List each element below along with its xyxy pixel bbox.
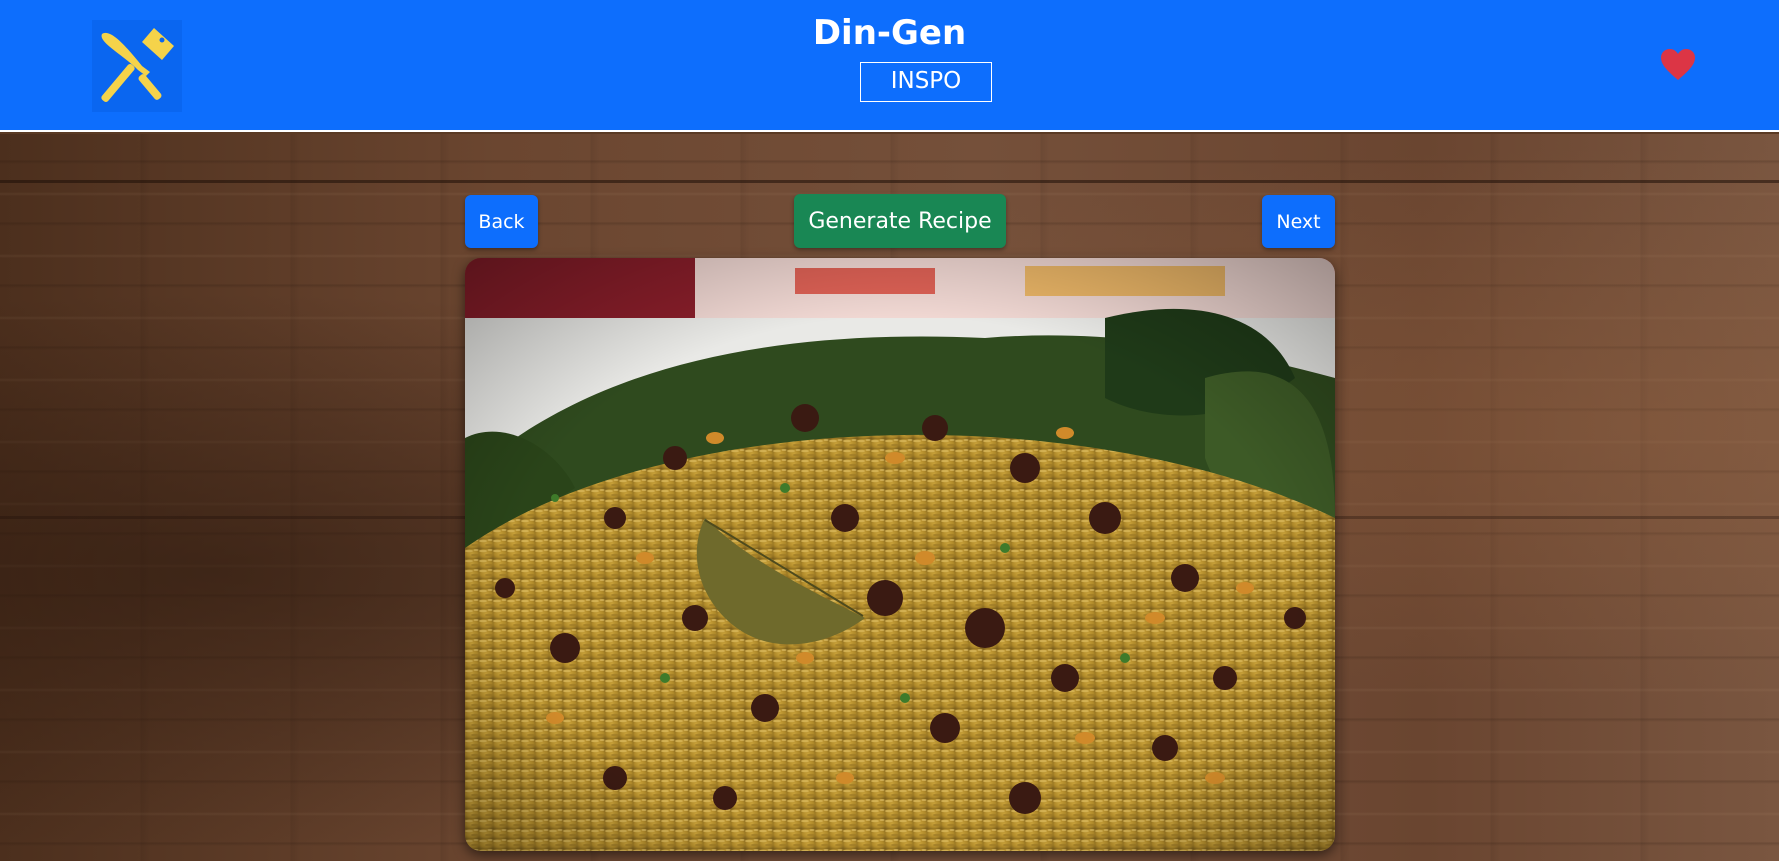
heart-icon <box>1661 49 1695 80</box>
plank-seam <box>0 180 1779 183</box>
app-title: Din-Gen <box>812 13 967 53</box>
generate-recipe-button[interactable]: Generate Recipe <box>794 194 1006 248</box>
food-photo <box>465 258 1335 851</box>
next-button[interactable]: Next <box>1262 195 1335 248</box>
recipe-image <box>465 258 1335 851</box>
top-header: Din-Gen INSPO <box>0 0 1779 132</box>
favorites-button[interactable] <box>1660 48 1696 82</box>
page-subtitle: INSPO <box>860 62 992 102</box>
back-button[interactable]: Back <box>465 195 538 248</box>
